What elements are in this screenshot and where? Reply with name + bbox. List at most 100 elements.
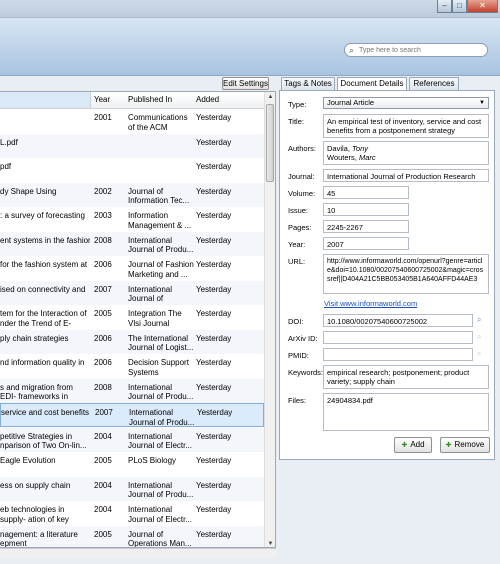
author-last: Wouters, bbox=[327, 153, 359, 162]
cell-added: Yesterday bbox=[196, 505, 232, 514]
cell-title: for the fashion system at bbox=[0, 260, 88, 269]
cell-title: nagement: a literature epment bbox=[0, 529, 78, 548]
vertical-scrollbar[interactable]: ▲ ▼ bbox=[264, 92, 275, 547]
title-field[interactable]: An empirical test of inventory, service … bbox=[323, 114, 489, 138]
files-field[interactable]: 24904834.pdf bbox=[323, 393, 489, 431]
issue-field[interactable]: 10 bbox=[323, 203, 409, 216]
pages-label: Pages: bbox=[288, 223, 312, 232]
arxiv-field[interactable] bbox=[323, 331, 473, 344]
cell-year: 2005 bbox=[94, 456, 112, 465]
year-field[interactable]: 2007 bbox=[323, 237, 409, 250]
type-value: Journal Article bbox=[327, 98, 375, 107]
cell-title: ent systems in the fashion bbox=[0, 235, 90, 245]
keywords-field[interactable]: empirical research; postponement; produc… bbox=[323, 365, 489, 389]
pages-field[interactable]: 2245-2267 bbox=[323, 220, 409, 233]
search-box[interactable]: ⌕ bbox=[344, 43, 488, 57]
horizontal-scrollbar[interactable] bbox=[0, 548, 276, 558]
pmid-label: PMID: bbox=[288, 351, 309, 360]
tab-references[interactable]: References bbox=[409, 77, 459, 90]
doi-field[interactable]: 10.1080/00207540600725002 bbox=[323, 314, 473, 327]
tab-document-details[interactable]: Document Details bbox=[337, 77, 407, 91]
cell-title: petitive Strategies in nparison of Two O… bbox=[0, 431, 87, 451]
table-row[interactable]: ply chain strategies 2006 The Internationa… bbox=[0, 329, 264, 354]
cell-added: Yesterday bbox=[196, 480, 232, 490]
arxiv-lookup-icon[interactable]: ⌕ bbox=[477, 332, 481, 342]
author-last: Davila, bbox=[327, 144, 353, 153]
table-row[interactable]: L.pdf Yesterday bbox=[0, 133, 264, 158]
table-row[interactable]: s and migration from EDI- frameworks in … bbox=[0, 378, 264, 403]
edit-settings-button[interactable]: Edit Settings bbox=[222, 77, 269, 90]
maximize-button[interactable]: □ bbox=[452, 0, 467, 13]
cell-year: 2006 bbox=[94, 260, 112, 269]
visit-website-link[interactable]: Visit www.informaworld.com bbox=[324, 299, 417, 308]
table-row[interactable]: pdf Yesterday bbox=[0, 158, 264, 182]
cell-year: 2007 bbox=[94, 284, 112, 294]
url-label: URL: bbox=[288, 257, 306, 266]
published-in-column-header[interactable]: Published In bbox=[128, 95, 172, 104]
scroll-thumb[interactable] bbox=[266, 104, 274, 182]
cell-year: 2001 bbox=[94, 113, 112, 122]
close-button[interactable]: ✕ bbox=[467, 0, 498, 13]
remove-file-button[interactable]: ✚ Remove bbox=[440, 437, 490, 453]
cell-title: : a survey of forecasting bbox=[0, 211, 85, 220]
cell-year: 2004 bbox=[94, 505, 112, 514]
table-row[interactable]: : a survey of forecasting 2003 Information… bbox=[0, 207, 264, 231]
title-column-header[interactable] bbox=[0, 92, 91, 108]
pmid-field[interactable] bbox=[323, 348, 473, 361]
table-row[interactable]: nd information quality in 2006 Decision Su… bbox=[0, 354, 264, 378]
table-row[interactable]: ised on connectivity and 2007 Internationa… bbox=[0, 280, 264, 305]
scroll-down-icon[interactable]: ▼ bbox=[265, 539, 275, 547]
added-column-header[interactable]: Added bbox=[196, 95, 219, 104]
cell-year: 2003 bbox=[94, 211, 112, 220]
table-row[interactable]: dy Shape Using 2002 Journal of Information… bbox=[0, 182, 264, 207]
scroll-up-icon[interactable]: ▲ bbox=[265, 92, 275, 102]
cell-year: 2004 bbox=[94, 431, 112, 441]
cell-year: 2007 bbox=[95, 408, 113, 417]
type-label: Type: bbox=[288, 100, 307, 109]
cell-title: nd information quality in bbox=[0, 358, 85, 367]
table-row[interactable]: ess on supply chain 2004 International Jou… bbox=[0, 476, 264, 501]
volume-field[interactable]: 45 bbox=[323, 186, 409, 199]
cell-title: Eagle Evolution bbox=[0, 456, 56, 465]
issue-label: Issue: bbox=[288, 206, 309, 215]
cell-published-in: International Journal of Produ... bbox=[128, 382, 194, 402]
url-field[interactable]: http://www.informaworld.com/openurl?genr… bbox=[323, 254, 489, 294]
remove-label: Remove bbox=[454, 440, 485, 449]
cell-title: pdf bbox=[0, 162, 12, 171]
add-file-button[interactable]: ✚ Add bbox=[394, 437, 432, 453]
table-row[interactable]: service and cost benefits 2007 Internation… bbox=[0, 403, 264, 427]
table-row[interactable]: Eagle Evolution 2005 PLoS Biology Yesterday bbox=[0, 452, 264, 476]
doi-lookup-icon[interactable]: ⌕ bbox=[477, 315, 481, 325]
cell-added: Yesterday bbox=[196, 456, 232, 465]
table-row[interactable]: ent systems in the fashion 2008 Internatio… bbox=[0, 231, 264, 256]
journal-field[interactable]: International Journal of Production Rese… bbox=[323, 169, 489, 182]
cell-added: Yesterday bbox=[196, 284, 232, 294]
cell-year: 2005 bbox=[94, 309, 112, 318]
table-row[interactable]: tem for the Interaction of nder the Tren… bbox=[0, 305, 264, 329]
year-column-header[interactable]: Year bbox=[94, 95, 110, 104]
search-input[interactable] bbox=[359, 45, 485, 55]
cell-added: Yesterday bbox=[197, 408, 233, 417]
minimize-button[interactable]: – bbox=[437, 0, 452, 13]
table-row[interactable]: petitive Strategies in nparison of Two O… bbox=[0, 427, 264, 452]
cell-title: ess on supply chain bbox=[0, 480, 71, 490]
cell-year: 2005 bbox=[94, 529, 112, 539]
add-icon: ✚ bbox=[401, 442, 408, 449]
authors-label: Authors: bbox=[288, 144, 316, 153]
table-row[interactable]: 2001 Communications of the ACM Yesterday bbox=[0, 109, 264, 133]
pmid-lookup-icon[interactable]: ⌕ bbox=[477, 349, 481, 359]
files-label: Files: bbox=[288, 396, 306, 405]
type-select[interactable]: Journal Article ▼ bbox=[323, 97, 489, 109]
tab-tags-notes[interactable]: Tags & Notes bbox=[281, 77, 335, 90]
cell-added: Yesterday bbox=[196, 529, 232, 539]
cell-added: Yesterday bbox=[196, 382, 232, 392]
remove-icon: ✚ bbox=[445, 442, 452, 449]
cell-published-in: International Journal of Opera... bbox=[128, 284, 173, 305]
table-row[interactable]: for the fashion system at 2006 Journal of … bbox=[0, 256, 264, 280]
volume-label: Volume: bbox=[288, 189, 316, 198]
authors-field[interactable]: Davila, Tony Wouters, Marc bbox=[323, 141, 489, 165]
chevron-down-icon: ▼ bbox=[479, 100, 485, 106]
table-row[interactable]: eb technologies in supply- ation of key … bbox=[0, 501, 264, 525]
title-label: Title: bbox=[288, 117, 304, 126]
table-row[interactable]: nagement: a literature epment 2005 Journal… bbox=[0, 525, 264, 548]
